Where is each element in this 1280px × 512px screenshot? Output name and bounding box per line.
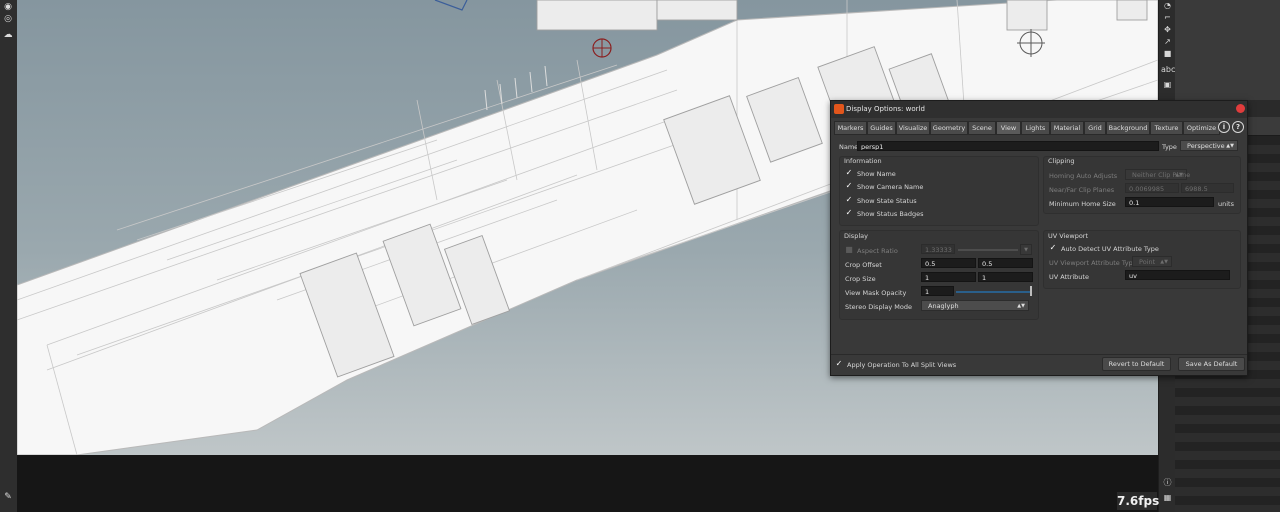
tab-markers[interactable]: Markers (834, 121, 867, 135)
uv-attr-type-label: UV Viewport Attribute Type (1049, 259, 1137, 267)
name-label: Name (839, 143, 859, 151)
units-label: units (1218, 200, 1234, 208)
uv-attr-type-value: Point (1139, 258, 1156, 266)
auto-detect-uv-label: Auto Detect UV Attribute Type (1061, 245, 1159, 253)
fps-readout: 7.6fps (1117, 492, 1160, 510)
far-clip-field[interactable]: 6988.5 (1181, 183, 1234, 193)
aspect-ratio-label: Aspect Ratio (857, 247, 898, 255)
dialog-titlebar[interactable]: Display Options: world (831, 101, 1247, 118)
near-clip-field[interactable]: 0.0069985 (1125, 183, 1179, 193)
type-value: Perspective (1187, 142, 1225, 150)
select-tool-icon[interactable]: ◉ (2, 2, 14, 13)
crop-offset-y-field[interactable]: 0.5 (978, 258, 1033, 268)
tab-guides[interactable]: Guides (867, 121, 896, 135)
tab-background[interactable]: Background (1106, 121, 1150, 135)
tab-texture[interactable]: Texture (1150, 121, 1183, 135)
handle-tool-icon[interactable]: ⌐ (1161, 12, 1174, 23)
camera-tool-icon[interactable]: ◎ (2, 14, 14, 25)
tab-geometry[interactable]: Geometry (930, 121, 968, 135)
type-dropdown[interactable]: Perspective ▲▼ (1180, 140, 1238, 151)
view-mask-opacity-field[interactable]: 1 (921, 286, 954, 296)
dropdown-arrow-icon: ▼ (1024, 247, 1028, 253)
dialog-title: Display Options: world (846, 105, 925, 113)
help-icon[interactable]: ? (1232, 121, 1244, 133)
show-name-label: Show Name (857, 170, 896, 178)
apply-all-splits-label: Apply Operation To All Split Views (847, 361, 957, 369)
view-mask-opacity-slider[interactable] (956, 291, 1030, 293)
homing-label: Homing Auto Adjusts (1049, 172, 1118, 180)
dropdown-arrow-icon: ▲▼ (1160, 259, 1168, 265)
stereo-display-mode-dropdown[interactable]: Anaglyph ▲▼ (921, 300, 1029, 311)
apply-all-splits-checkbox[interactable]: ✓ (835, 360, 843, 368)
crop-size-y-field[interactable]: 1 (978, 272, 1033, 282)
show-name-checkbox[interactable]: ✓ (845, 169, 853, 177)
crop-offset-x-field[interactable]: 0.5 (921, 258, 976, 268)
min-home-size-label: Minimum Home Size (1049, 200, 1116, 208)
snap-tool-icon[interactable]: ✎ (2, 492, 14, 503)
stereo-display-mode-label: Stereo Display Mode (845, 303, 912, 311)
auto-detect-uv-checkbox[interactable]: ✓ (1049, 244, 1057, 252)
houdini-logo-icon (834, 104, 844, 114)
uv-attr-type-dropdown[interactable]: Point ▲▼ (1132, 256, 1172, 267)
show-status-badges-label: Show Status Badges (857, 210, 924, 218)
uv-viewport-title: UV Viewport (1048, 232, 1089, 240)
crop-size-label: Crop Size (845, 275, 876, 283)
save-as-default-button[interactable]: Save As Default (1178, 357, 1245, 371)
aspect-ratio-slider[interactable] (958, 249, 1018, 251)
show-status-badges-checkbox[interactable]: ✓ (845, 209, 853, 217)
display-title: Display (844, 232, 868, 240)
tab-scene[interactable]: Scene (968, 121, 996, 135)
close-icon[interactable] (1236, 104, 1245, 113)
left-toolbar: ◉ ◎ ☁ ✎ (0, 0, 18, 512)
viewport-status-bar (17, 455, 1158, 512)
uv-attribute-field[interactable]: uv (1125, 270, 1230, 280)
tab-visualize[interactable]: Visualize (896, 121, 930, 135)
aspect-ratio-menu[interactable]: ▼ (1020, 244, 1032, 255)
show-state-status-label: Show State Status (857, 197, 917, 205)
footer-divider (831, 354, 1247, 355)
show-camera-name-label: Show Camera Name (857, 183, 924, 191)
tab-view[interactable]: View (996, 121, 1021, 135)
info-icon[interactable]: i (1218, 121, 1230, 133)
pane-toolbar (1175, 0, 1280, 100)
display-toggle-icon[interactable]: ◔ (1161, 0, 1174, 11)
tab-material[interactable]: Material (1050, 121, 1084, 135)
clipping-title: Clipping (1048, 157, 1075, 165)
tab-lights[interactable]: Lights (1021, 121, 1050, 135)
transform-tool-icon[interactable]: ✥ (1161, 24, 1174, 35)
name-field[interactable]: persp1 (857, 141, 1159, 151)
type-label: Type (1162, 143, 1177, 151)
dropdown-arrow-icon: ▲▼ (1226, 143, 1234, 149)
min-home-size-field[interactable]: 0.1 (1125, 197, 1214, 207)
slider-handle[interactable] (1030, 286, 1032, 296)
crop-offset-label: Crop Offset (845, 261, 882, 269)
text-tool-icon[interactable]: abc (1161, 64, 1175, 75)
viewport-options-icon[interactable]: ▣ (1161, 79, 1174, 90)
aspect-ratio-checkbox[interactable]: ■ (845, 246, 853, 254)
light-tool-icon[interactable]: ☁ (2, 30, 14, 41)
uv-attribute-label: UV Attribute (1049, 273, 1089, 281)
show-state-status-checkbox[interactable]: ✓ (845, 196, 853, 204)
view-mask-opacity-label: View Mask Opacity (845, 289, 907, 297)
crop-size-x-field[interactable]: 1 (921, 272, 976, 282)
dropdown-arrow-icon: ▲▼ (1017, 303, 1025, 309)
near-far-label: Near/Far Clip Planes (1049, 186, 1115, 194)
tab-optimize[interactable]: Optimize (1183, 121, 1220, 135)
dropdown-arrow-icon: ▲▼ (1175, 172, 1183, 178)
snap-tool-icon[interactable]: ↗ (1161, 36, 1174, 47)
layout-grid-icon[interactable]: ▦ (1161, 492, 1174, 503)
aspect-ratio-field[interactable]: 1.33333 (921, 244, 955, 254)
show-camera-name-checkbox[interactable]: ✓ (845, 182, 853, 190)
homing-dropdown[interactable]: Neither Clip Plane ▲▼ (1125, 169, 1190, 180)
cube-tool-icon[interactable]: ■ (1161, 48, 1174, 59)
info-icon[interactable]: ⓘ (1161, 477, 1174, 488)
information-title: Information (844, 157, 882, 165)
tab-grid[interactable]: Grid (1084, 121, 1106, 135)
stereo-display-mode-value: Anaglyph (928, 302, 959, 310)
revert-to-default-button[interactable]: Revert to Default (1102, 357, 1171, 371)
display-options-dialog: Display Options: world Markers Guides Vi… (830, 100, 1248, 376)
